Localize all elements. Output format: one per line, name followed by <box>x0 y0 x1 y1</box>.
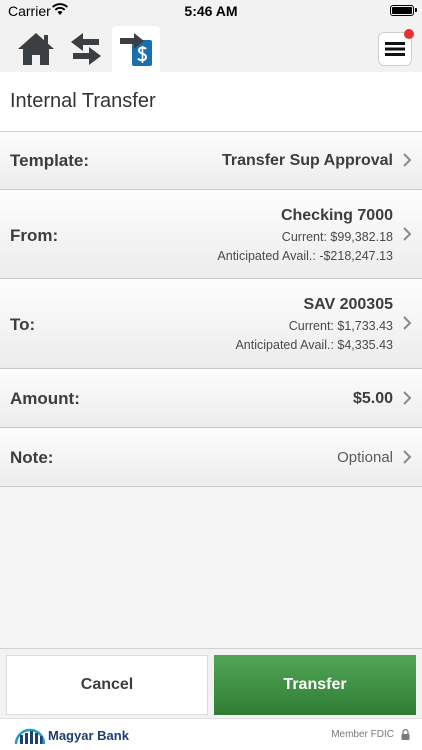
from-anticipated-balance: Anticipated Avail.: -$218,247.13 <box>217 249 393 263</box>
chevron-right-icon <box>403 391 412 405</box>
to-anticipated-balance: Anticipated Avail.: $4,335.43 <box>235 338 393 352</box>
lock-icon <box>401 729 410 740</box>
hamburger-menu-icon <box>385 42 405 56</box>
notification-badge <box>404 29 414 39</box>
to-label: To: <box>10 315 36 334</box>
menu-button[interactable] <box>378 29 414 66</box>
to-account-row[interactable]: To: SAV 200305 Current: $1,733.43 Antici… <box>0 279 422 369</box>
to-account-name: SAV 200305 <box>303 296 393 313</box>
chevron-right-icon <box>403 153 412 167</box>
template-value: Transfer Sup Approval <box>222 152 393 169</box>
battery-icon <box>390 5 417 16</box>
amount-label: Amount: <box>10 389 80 408</box>
amount-row[interactable]: Amount: $5.00 <box>0 369 422 428</box>
from-current-balance: Current: $99,382.18 <box>281 230 393 244</box>
nav-internal-transfer-button[interactable] <box>112 26 160 72</box>
transfer-arrows-icon <box>71 33 101 65</box>
cancel-button[interactable]: Cancel <box>6 655 208 715</box>
clock-time: 5:46 AM <box>184 3 238 19</box>
chevron-right-icon <box>403 227 412 241</box>
from-account-row[interactable]: From: Checking 7000 Current: $99,382.18 … <box>0 190 422 279</box>
home-icon <box>18 33 54 65</box>
from-account-name: Checking 7000 <box>280 207 393 224</box>
transfer-button[interactable]: Transfer <box>214 655 416 715</box>
nav-bar <box>0 22 422 72</box>
bank-name: Magyar Bank <box>48 728 129 743</box>
status-bar: Carrier 5:46 AM <box>0 0 422 22</box>
nav-transfer-button[interactable] <box>62 26 110 72</box>
chevron-right-icon <box>403 450 412 464</box>
action-bar: Cancel Transfer <box>0 648 422 718</box>
page-title: Internal Transfer <box>0 72 422 132</box>
chevron-right-icon <box>403 316 412 330</box>
amount-value: $5.00 <box>352 390 393 407</box>
bank-logo-icon <box>14 728 46 745</box>
member-fdic-label: Member FDIC <box>331 729 394 740</box>
footer: Magyar Bank Member FDIC <box>0 718 422 750</box>
note-placeholder: Optional <box>337 449 393 466</box>
note-label: Note: <box>10 448 54 467</box>
template-label: Template: <box>10 151 90 170</box>
to-current-balance: Current: $1,733.43 <box>288 319 393 333</box>
from-label: From: <box>10 226 59 245</box>
internal-transfer-icon <box>120 33 152 66</box>
note-row[interactable]: Note: Optional <box>0 428 422 487</box>
nav-home-button[interactable] <box>12 26 60 72</box>
template-row[interactable]: Template: Transfer Sup Approval <box>0 132 422 190</box>
